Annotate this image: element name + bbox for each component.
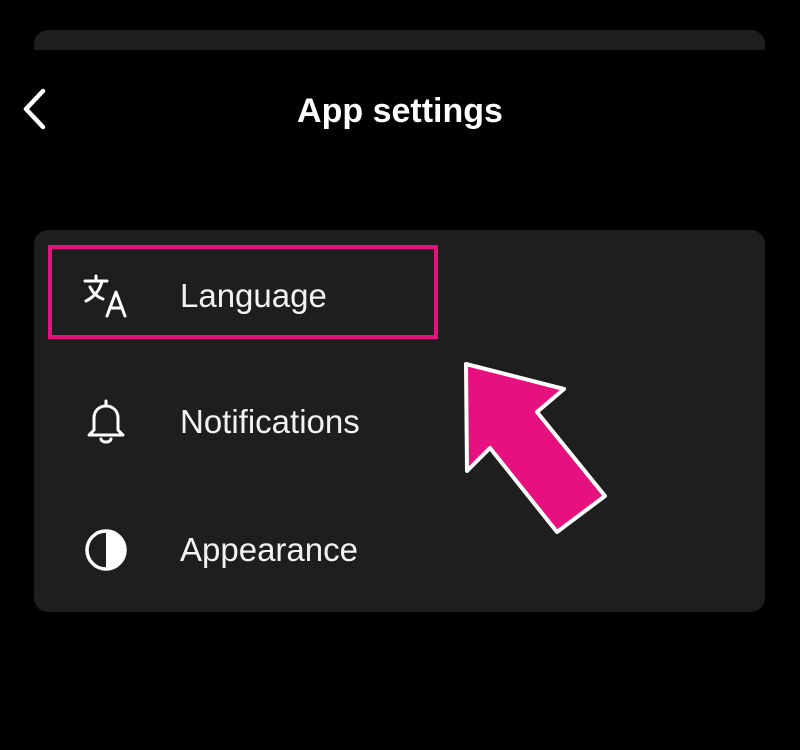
settings-item-appearance[interactable]: Appearance (34, 490, 765, 610)
settings-item-label: Language (180, 277, 327, 314)
translate-icon (82, 272, 130, 320)
bell-icon (82, 398, 130, 446)
top-card-remnant (34, 30, 765, 50)
settings-item-language[interactable]: Language (34, 236, 765, 356)
settings-item-label: Notifications (180, 403, 360, 440)
settings-card: Language Notifications Appearance (34, 230, 765, 612)
settings-item-label: Appearance (180, 531, 358, 568)
page-title: App settings (297, 92, 503, 130)
settings-item-notifications[interactable]: Notifications (34, 362, 765, 482)
half-circle-contrast-icon (82, 526, 130, 574)
